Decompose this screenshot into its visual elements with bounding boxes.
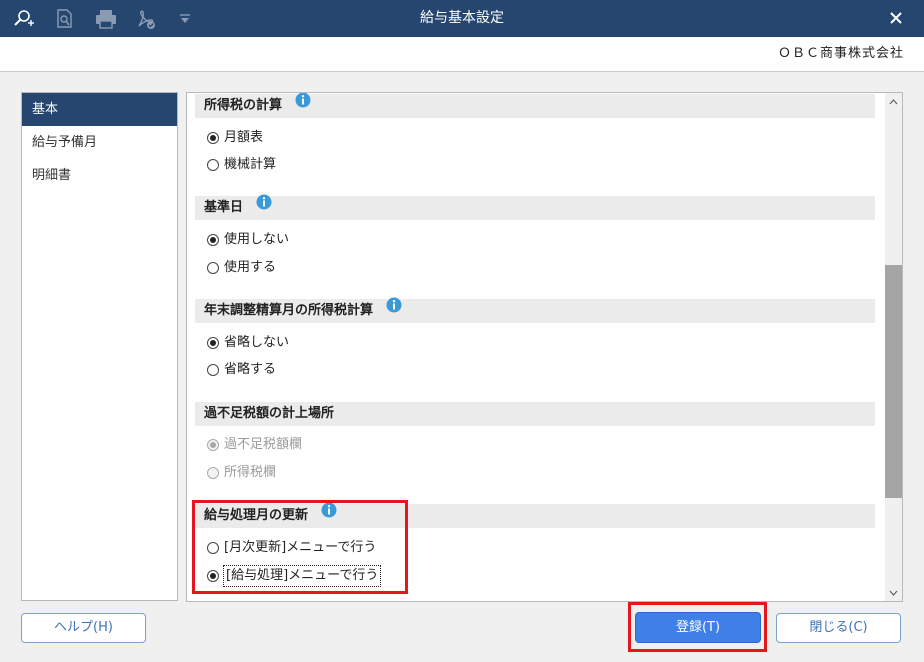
sidebar: 基本 給与予備月 明細書: [21, 92, 178, 601]
help-button[interactable]: ヘルプ(H): [21, 613, 146, 643]
sidebar-item-statement[interactable]: 明細書: [22, 159, 177, 192]
radio-button[interactable]: [207, 234, 219, 246]
company-name: ＯＢＣ商事株式会社: [777, 46, 904, 61]
radio-button[interactable]: [207, 159, 219, 171]
radio-button[interactable]: [207, 132, 219, 144]
radio-button[interactable]: [207, 364, 219, 376]
section-title: 基準日: [204, 200, 244, 215]
company-bar: ＯＢＣ商事株式会社: [0, 37, 924, 72]
radio-label: 月額表: [224, 130, 264, 145]
radio-option[interactable]: 省略しない: [207, 333, 289, 353]
radio-option: 過不足税額欄: [207, 435, 302, 455]
section-title: 年末調整精算月の所得税計算: [204, 303, 374, 318]
radio-option[interactable]: 機械計算: [207, 155, 276, 175]
radio-label: 使用しない: [224, 232, 290, 247]
sidebar-item-basic[interactable]: 基本: [22, 93, 177, 126]
section-title: 過不足税額の計上場所: [204, 406, 335, 421]
scrollbar-thumb[interactable]: [885, 265, 902, 498]
scroll-up-icon[interactable]: [885, 93, 902, 110]
radio-label: 省略する: [224, 362, 277, 377]
section-income-tax-calc: 所得税の計算: [195, 93, 875, 118]
section-base-date: 基準日: [195, 194, 875, 220]
section-tax-difference-location: 過不足税額の計上場所: [195, 402, 875, 426]
radio-label: 所得税欄: [224, 465, 277, 480]
radio-option[interactable]: 使用する: [207, 258, 276, 278]
radio-option[interactable]: 使用しない: [207, 230, 289, 250]
info-icon[interactable]: [295, 93, 311, 117]
radio-option: 所得税欄: [207, 463, 276, 483]
info-icon[interactable]: [256, 194, 272, 219]
title-bar: 給与基本設定: [0, 0, 924, 37]
radio-button: [207, 439, 219, 451]
radio-label: 機械計算: [224, 157, 277, 172]
section-year-end-tax-calc: 年末調整精算月の所得税計算: [195, 297, 875, 323]
window-title: 給与基本設定: [420, 10, 504, 26]
radio-option[interactable]: 省略する: [207, 360, 276, 380]
radio-label: 使用する: [224, 260, 277, 275]
radio-button[interactable]: [207, 337, 219, 349]
sidebar-item-reserve-month[interactable]: 給与予備月: [22, 126, 177, 159]
close-button[interactable]: 閉じる(C): [776, 613, 901, 643]
scroll-down-icon[interactable]: [885, 584, 902, 601]
vertical-scrollbar[interactable]: [885, 93, 902, 601]
radio-button: [207, 467, 219, 479]
radio-label: 省略しない: [224, 335, 290, 350]
radio-option[interactable]: 月額表: [207, 128, 263, 148]
save-button[interactable]: 登録(T): [635, 612, 761, 643]
radio-button[interactable]: [207, 262, 219, 274]
section-title: 所得税の計算: [204, 98, 283, 113]
info-icon[interactable]: [386, 297, 402, 322]
radio-label: 過不足税額欄: [224, 437, 303, 452]
highlight-box: [192, 500, 408, 594]
close-icon[interactable]: [886, 8, 906, 28]
